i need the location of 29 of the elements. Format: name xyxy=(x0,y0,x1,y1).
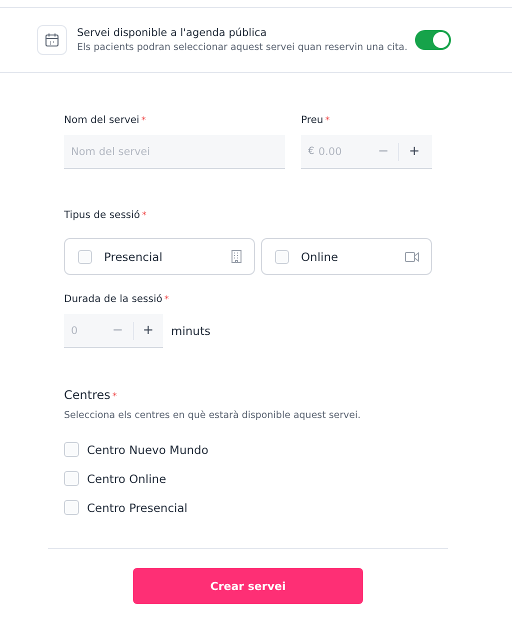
field-label: Tipus de sessió * xyxy=(64,210,148,221)
building-icon xyxy=(231,250,242,263)
increment-button[interactable]: + xyxy=(134,314,164,347)
unit-label: minuts xyxy=(171,324,210,338)
checkbox[interactable] xyxy=(275,250,289,264)
video-camera-icon xyxy=(405,252,419,262)
checkbox-label[interactable]: Centro Online xyxy=(87,472,166,486)
checkbox[interactable] xyxy=(64,500,79,515)
section-heading: Centres * xyxy=(64,388,118,402)
checkbox-label[interactable]: Centro Nuevo Mundo xyxy=(87,442,208,456)
setting-title: Servei disponible a l'agenda pública xyxy=(77,27,268,39)
checkbox-label[interactable]: Centro Presencial xyxy=(87,500,188,514)
calendar-icon xyxy=(45,33,59,47)
checkbox[interactable] xyxy=(78,250,92,264)
field-label: Durada de la sessió * xyxy=(64,294,170,305)
option-card[interactable]: Online xyxy=(261,238,432,275)
option-card[interactable]: Presencial xyxy=(64,238,255,275)
create-button[interactable]: Crear servei xyxy=(133,568,363,604)
price-field[interactable]: € 0.00 − + xyxy=(301,135,432,169)
field-label: Preu * xyxy=(301,115,331,126)
duration-field[interactable]: 0 − + xyxy=(64,314,163,348)
checkbox[interactable] xyxy=(64,442,79,457)
input-field[interactable]: Nom del servei xyxy=(64,135,285,169)
checkbox[interactable] xyxy=(64,471,79,486)
section-description: Selecciona els centres en què estarà disponible aquest servei. xyxy=(64,410,362,421)
setting-description: Els pacients podran seleccionar aquest servei quan reservin una cita. xyxy=(77,42,407,53)
toggle-switch[interactable] xyxy=(415,30,451,50)
increment-button[interactable]: + xyxy=(399,135,430,168)
field-label: Nom del servei * xyxy=(64,115,147,126)
